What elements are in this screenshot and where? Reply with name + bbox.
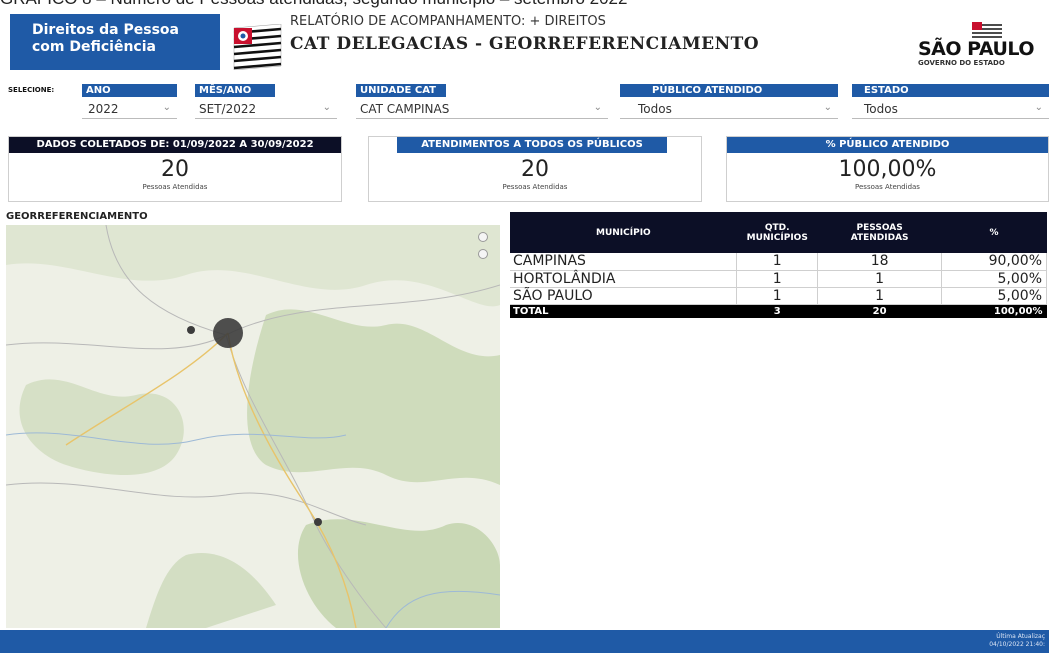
report-subtitle: RELATÓRIO DE ACOMPANHAMENTO: + DIREITOS — [290, 14, 606, 29]
total-label: TOTAL — [510, 304, 737, 318]
filter-unidade: UNIDADE CAT CAT CAMPINAS ⌄ — [356, 84, 608, 119]
filter-publico-label: PÚBLICO ATENDIDO — [620, 84, 838, 97]
header-qtd-line1: QTD. — [764, 222, 790, 233]
map-zoom-in-icon[interactable] — [478, 232, 488, 242]
kpi-atendimentos-caption: Pessoas Atendidas — [502, 183, 568, 191]
kpi-period-caption: Pessoas Atendidas — [142, 183, 208, 191]
report-header: Direitos da Pessoa com Deficiência RELAT… — [0, 8, 1049, 76]
chevron-down-icon: ⌄ — [823, 102, 832, 113]
filter-estado: ESTADO Todos ⌄ — [852, 84, 1049, 119]
table-row[interactable]: HORTOLÂNDIA 1 1 5,00% — [510, 270, 1047, 288]
cell-municipio: CAMPINAS — [510, 253, 738, 271]
total-pessoas: 20 — [817, 304, 942, 318]
sp-logo-text: SÃO PAULO — [918, 38, 1034, 60]
kpi-atendimentos-value: 20 — [521, 157, 549, 182]
cell-pessoas: 18 — [817, 253, 943, 271]
kpi-period-value: 20 — [161, 157, 189, 182]
cell-qtd: 1 — [736, 287, 819, 305]
brand-line1: Direitos da Pessoa — [32, 22, 179, 38]
kpi-atendimentos-header: ATENDIMENTOS A TODOS OS PÚBLICOS — [397, 137, 667, 153]
table-row[interactable]: CAMPINAS 1 18 90,00% — [510, 253, 1047, 271]
filter-bar: SELECIONE: ANO 2022 ⌄ MÊS/ANO SET/2022 ⌄… — [0, 84, 1049, 126]
header-pessoas-atendidas[interactable]: PESSOAS ATENDIDAS — [817, 212, 942, 253]
total-percent: 100,00% — [941, 304, 1047, 318]
table-header-row: MUNICÍPIO QTD. MUNICÍPIOS PESSOAS ATENDI… — [510, 212, 1047, 253]
filter-ano-label: ANO — [82, 84, 177, 97]
filter-estado-label: ESTADO — [852, 84, 1049, 97]
dashboard-page: GRÁFICO 8 – Número de Pessoas atendidas,… — [0, 0, 1049, 653]
total-qtd: 3 — [736, 304, 818, 318]
unidade-dropdown[interactable]: CAT CAMPINAS ⌄ — [356, 97, 608, 119]
kpi-period-header: DADOS COLETADOS DE: 01/09/2022 A 30/09/2… — [9, 137, 341, 153]
ano-dropdown[interactable]: 2022 ⌄ — [82, 97, 177, 119]
sp-logo-subtext: GOVERNO DO ESTADO — [918, 59, 1005, 67]
last-update-label: Última Atualizaç — [996, 633, 1045, 640]
kpi-publico-header: % PÚBLICO ATENDIDO — [727, 137, 1048, 153]
kpi-publico-value: 100,00% — [838, 157, 937, 182]
chevron-down-icon: ⌄ — [593, 102, 602, 113]
ano-value: 2022 — [88, 102, 119, 116]
header-qtd-municipios[interactable]: QTD. MUNICÍPIOS — [736, 212, 818, 253]
header-pessoas-line1: PESSOAS — [856, 222, 903, 233]
filter-publico: PÚBLICO ATENDIDO Todos ⌄ — [620, 84, 838, 119]
kpi-card-atendimentos: ATENDIMENTOS A TODOS OS PÚBLICOS 20 Pess… — [368, 136, 702, 202]
report-title: CAT DELEGACIAS - GEORREFERENCIAMENTO — [290, 34, 760, 54]
cell-pessoas: 1 — [817, 270, 943, 288]
header-percent[interactable]: % — [941, 212, 1047, 253]
mes-ano-dropdown[interactable]: SET/2022 ⌄ — [195, 97, 337, 119]
unidade-value: CAT CAMPINAS — [360, 102, 450, 116]
map-label: GEORREFERENCIAMENTO — [6, 211, 148, 222]
sao-paulo-logo: SÃO PAULO GOVERNO DO ESTADO — [900, 22, 1040, 72]
bubble-hortolandia[interactable] — [187, 326, 195, 334]
bubble-sao-paulo[interactable] — [314, 518, 322, 526]
map-zoom-out-icon[interactable] — [478, 249, 488, 259]
municipio-table: MUNICÍPIO QTD. MUNICÍPIOS PESSOAS ATENDI… — [510, 212, 1047, 318]
cell-qtd: 1 — [736, 270, 819, 288]
last-update-note: Última Atualizaç 04/10/2022 21:40: — [989, 633, 1045, 649]
header-municipio[interactable]: MUNICÍPIO — [510, 212, 737, 253]
cell-percent: 90,00% — [941, 253, 1047, 271]
sp-flag-icon — [233, 24, 282, 70]
mes-ano-value: SET/2022 — [199, 102, 257, 116]
estado-dropdown[interactable]: Todos ⌄ — [852, 97, 1049, 119]
cell-municipio: HORTOLÂNDIA — [510, 270, 738, 288]
cell-pessoas: 1 — [817, 287, 943, 305]
chevron-down-icon: ⌄ — [162, 102, 171, 113]
table-total-row: TOTAL 3 20 100,00% — [510, 304, 1047, 318]
cell-municipio: SÃO PAULO — [510, 287, 738, 305]
publico-value: Todos — [638, 102, 672, 116]
cell-percent: 5,00% — [941, 270, 1047, 288]
header-pessoas-line2: ATENDIDAS — [850, 232, 909, 243]
filter-mes-ano-label: MÊS/ANO — [195, 84, 275, 97]
bubble-campinas[interactable] — [213, 318, 243, 348]
brand-line2: com Deficiência — [32, 39, 156, 55]
filter-unidade-label: UNIDADE CAT — [356, 84, 446, 97]
kpi-card-publico: % PÚBLICO ATENDIDO 100,00% Pessoas Atend… — [726, 136, 1049, 202]
cell-qtd: 1 — [736, 253, 819, 271]
estado-value: Todos — [864, 102, 898, 116]
kpi-card-period: DADOS COLETADOS DE: 01/09/2022 A 30/09/2… — [8, 136, 342, 202]
table-row[interactable]: SÃO PAULO 1 1 5,00% — [510, 287, 1047, 305]
georeference-map[interactable] — [6, 225, 500, 628]
footer-bar: Última Atualizaç 04/10/2022 21:40: — [0, 630, 1049, 653]
brand-logo: Direitos da Pessoa com Deficiência — [10, 14, 220, 70]
last-update-time: 04/10/2022 21:40: — [989, 641, 1045, 648]
filter-mes-ano: MÊS/ANO SET/2022 ⌄ — [195, 84, 337, 119]
filter-ano: ANO 2022 ⌄ — [82, 84, 177, 119]
kpi-publico-caption: Pessoas Atendidas — [855, 183, 920, 191]
publico-dropdown[interactable]: Todos ⌄ — [620, 97, 838, 119]
map-basemap — [6, 225, 500, 628]
cell-percent: 5,00% — [941, 287, 1047, 305]
select-label: SELECIONE: — [8, 86, 55, 94]
header-qtd-line2: MUNICÍPIOS — [746, 232, 808, 243]
chevron-down-icon: ⌄ — [1034, 102, 1043, 113]
chevron-down-icon: ⌄ — [322, 102, 331, 113]
